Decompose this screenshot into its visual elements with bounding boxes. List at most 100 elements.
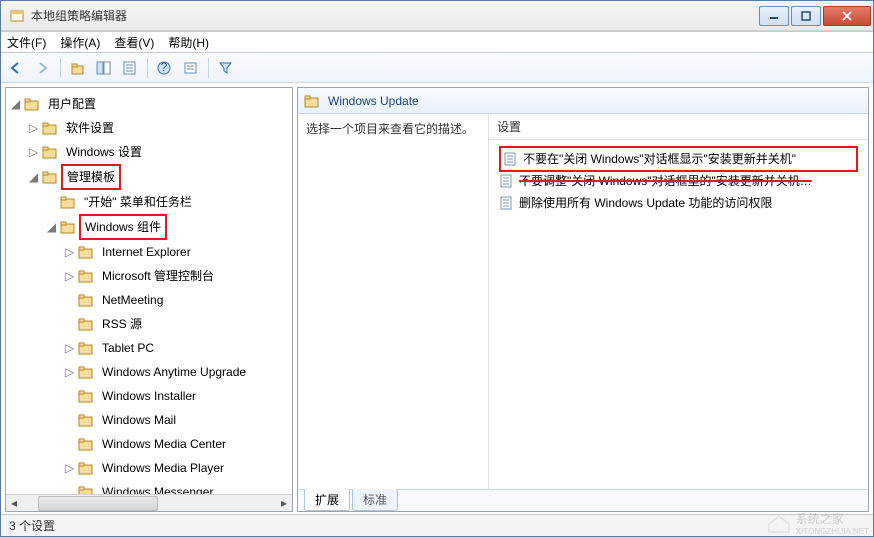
tree-node-software[interactable]: ▷ 软件设置 (28, 116, 292, 140)
collapse-icon[interactable]: ◢ (28, 172, 39, 183)
folder-icon (78, 245, 94, 259)
setting-item[interactable]: 删除使用所有 Windows Update 功能的访问权限 (499, 192, 858, 214)
folder-icon (42, 121, 58, 135)
setting-item[interactable]: 不要在"关闭 Windows"对话框显示"安装更新并关机" (499, 146, 858, 172)
toolbar-separator (147, 58, 148, 78)
up-level-button[interactable] (66, 56, 90, 80)
tree-pane: ◢ 用户配置 ▷ 软件设置 ▷ Windows 设置 ◢ 管理模板 ▷"开始" 菜单和… (5, 87, 293, 512)
expand-icon[interactable]: ▷ (64, 343, 75, 354)
tree-node-start-menu[interactable]: ▷"开始" 菜单和任务栏 (46, 190, 292, 214)
menu-file[interactable]: 文件(F) (7, 34, 46, 51)
minimize-button[interactable] (759, 6, 789, 26)
tree-node-component[interactable]: ▷ Windows Media Player (64, 456, 292, 480)
titlebar: 本地组策略编辑器 (1, 1, 873, 31)
tree-scroll[interactable]: ◢ 用户配置 ▷ 软件设置 ▷ Windows 设置 ◢ 管理模板 ▷"开始" 菜单和… (6, 88, 292, 494)
folder-icon (78, 269, 94, 283)
tree-node-component[interactable]: Windows Messenger (64, 480, 292, 494)
show-hide-tree-button[interactable] (92, 56, 116, 80)
folder-icon (24, 97, 40, 111)
tree-node-windows-components[interactable]: ◢ Windows 组件 (46, 214, 292, 240)
tree-node-component[interactable]: Windows Media Center (64, 432, 292, 456)
tree-node-component[interactable]: Windows Installer (64, 384, 292, 408)
folder-icon (78, 485, 94, 494)
folder-icon (78, 437, 94, 451)
tree-node-component[interactable]: ▷ Internet Explorer (64, 240, 292, 264)
tree-label: 软件设置 (61, 116, 119, 140)
menu-help[interactable]: 帮助(H) (168, 34, 209, 51)
tree-label: Tablet PC (97, 336, 159, 360)
setting-label: 不要在"关闭 Windows"对话框显示"安装更新并关机" (523, 148, 796, 170)
folder-icon (78, 317, 94, 331)
tree-label: Internet Explorer (97, 240, 196, 264)
statusbar: 3 个设置 系统之家 XITONGZHIJIA.NET (1, 514, 873, 536)
expand-icon[interactable]: ▷ (64, 367, 75, 378)
tree-label: Windows Media Center (97, 432, 231, 456)
settings-header: 设置 (489, 114, 868, 140)
setting-item[interactable]: 不要调整"关闭 Windows"对话框里的"安装更新并关机… (499, 170, 858, 192)
tree-node-component[interactable]: Windows Mail (64, 408, 292, 432)
expand-icon[interactable]: ▷ (64, 247, 75, 258)
tree-hscrollbar[interactable]: ◂ ▸ (6, 494, 292, 511)
tree-node-windows-settings[interactable]: ▷ Windows 设置 (28, 140, 292, 164)
maximize-button[interactable] (791, 6, 821, 26)
window-buttons (759, 6, 873, 26)
collapse-icon[interactable]: ◢ (46, 222, 57, 233)
details-title: Windows Update (328, 94, 419, 108)
folder-icon (42, 145, 58, 159)
house-icon (766, 512, 792, 534)
options-button[interactable] (179, 56, 203, 80)
tree-node-user-config[interactable]: ◢ 用户配置 (10, 92, 292, 116)
properties-button[interactable] (118, 56, 142, 80)
policy-icon (503, 152, 517, 166)
folder-icon (78, 389, 94, 403)
tree-label: Windows 设置 (61, 140, 147, 164)
policy-icon (499, 174, 513, 188)
scroll-thumb[interactable] (38, 496, 158, 511)
tree-label: Windows Media Player (97, 456, 229, 480)
scroll-right-icon[interactable]: ▸ (276, 496, 292, 511)
forward-button[interactable] (31, 56, 55, 80)
menu-action[interactable]: 操作(A) (60, 34, 100, 51)
expand-icon[interactable]: ▷ (28, 147, 39, 158)
tree-label: Windows 组件 (79, 214, 167, 240)
tree-label: 管理模板 (61, 164, 121, 190)
tree-label: Windows Installer (97, 384, 201, 408)
tree-node-component[interactable]: ▷ Tablet PC (64, 336, 292, 360)
tab-standard[interactable]: 标准 (352, 489, 398, 511)
settings-list: 不要在"关闭 Windows"对话框显示"安装更新并关机"不要调整"关闭 Win… (489, 140, 868, 222)
menubar: 文件(F) 操作(A) 查看(V) 帮助(H) (1, 31, 873, 53)
details-tabs: 扩展 标准 (298, 489, 868, 511)
description-column: 选择一个项目来查看它的描述。 (298, 114, 488, 489)
folder-icon (304, 94, 320, 108)
watermark-text: 系统之家 (796, 510, 869, 527)
tab-extended[interactable]: 扩展 (304, 489, 350, 511)
svg-text:?: ? (161, 61, 168, 74)
tree-node-component[interactable]: ▷ Windows Anytime Upgrade (64, 360, 292, 384)
tree-node-component[interactable]: NetMeeting (64, 288, 292, 312)
close-button[interactable] (823, 6, 871, 26)
menu-view[interactable]: 查看(V) (114, 34, 154, 51)
filter-button[interactable] (214, 56, 238, 80)
tree-label: Microsoft 管理控制台 (97, 264, 219, 288)
folder-icon (78, 461, 94, 475)
nav-tree: ◢ 用户配置 ▷ 软件设置 ▷ Windows 设置 ◢ 管理模板 ▷"开始" 菜单和… (8, 92, 292, 494)
folder-icon (78, 293, 94, 307)
tree-node-admin-templates[interactable]: ◢ 管理模板 (28, 164, 292, 190)
description-prompt: 选择一个项目来查看它的描述。 (306, 122, 474, 136)
expand-icon[interactable]: ▷ (64, 271, 75, 282)
expand-icon[interactable]: ▷ (28, 123, 39, 134)
tree-label: Windows Anytime Upgrade (97, 360, 251, 384)
scroll-left-icon[interactable]: ◂ (6, 496, 22, 511)
tree-node-component[interactable]: RSS 源 (64, 312, 292, 336)
collapse-icon[interactable]: ◢ (10, 99, 21, 110)
toolbar: ? (1, 53, 873, 83)
folder-icon (60, 195, 76, 209)
tree-node-component[interactable]: ▷ Microsoft 管理控制台 (64, 264, 292, 288)
help-button[interactable]: ? (153, 56, 177, 80)
folder-icon (78, 413, 94, 427)
watermark: 系统之家 XITONGZHIJIA.NET (766, 510, 869, 536)
expand-icon[interactable]: ▷ (64, 463, 75, 474)
tree-label: Windows Mail (97, 408, 181, 432)
back-button[interactable] (5, 56, 29, 80)
details-header: Windows Update (298, 88, 868, 114)
